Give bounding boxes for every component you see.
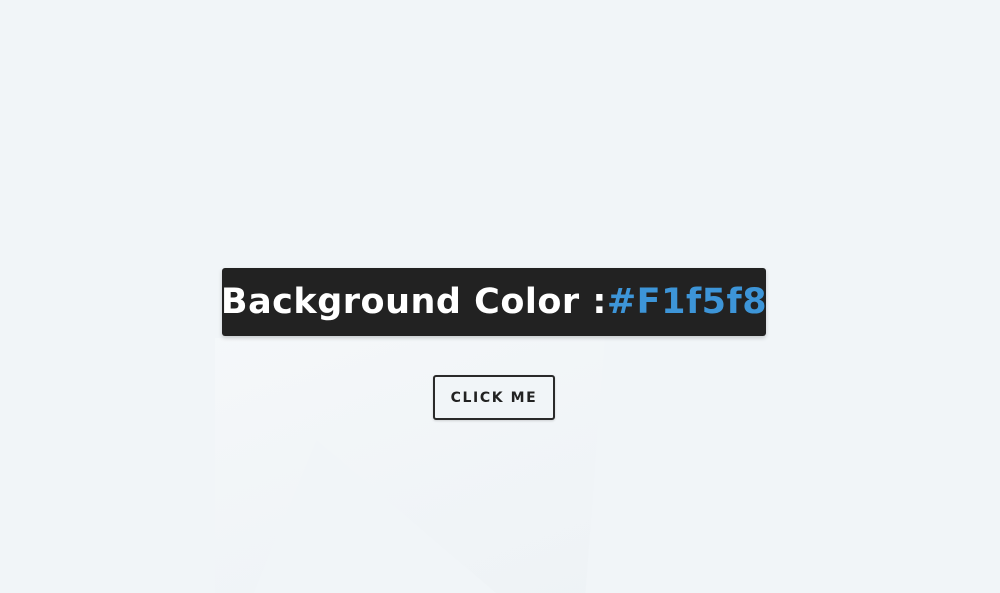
background-color-label: Background Color : #F1f5f8 [220, 268, 768, 336]
background-color-label-prefix: Background Color : [220, 282, 607, 322]
click-me-button[interactable]: CLICK ME [433, 375, 555, 420]
page-canvas: Background Color : #F1f5f8 CLICK ME [0, 0, 1000, 593]
background-color-hex-value: #F1f5f8 [606, 282, 768, 322]
